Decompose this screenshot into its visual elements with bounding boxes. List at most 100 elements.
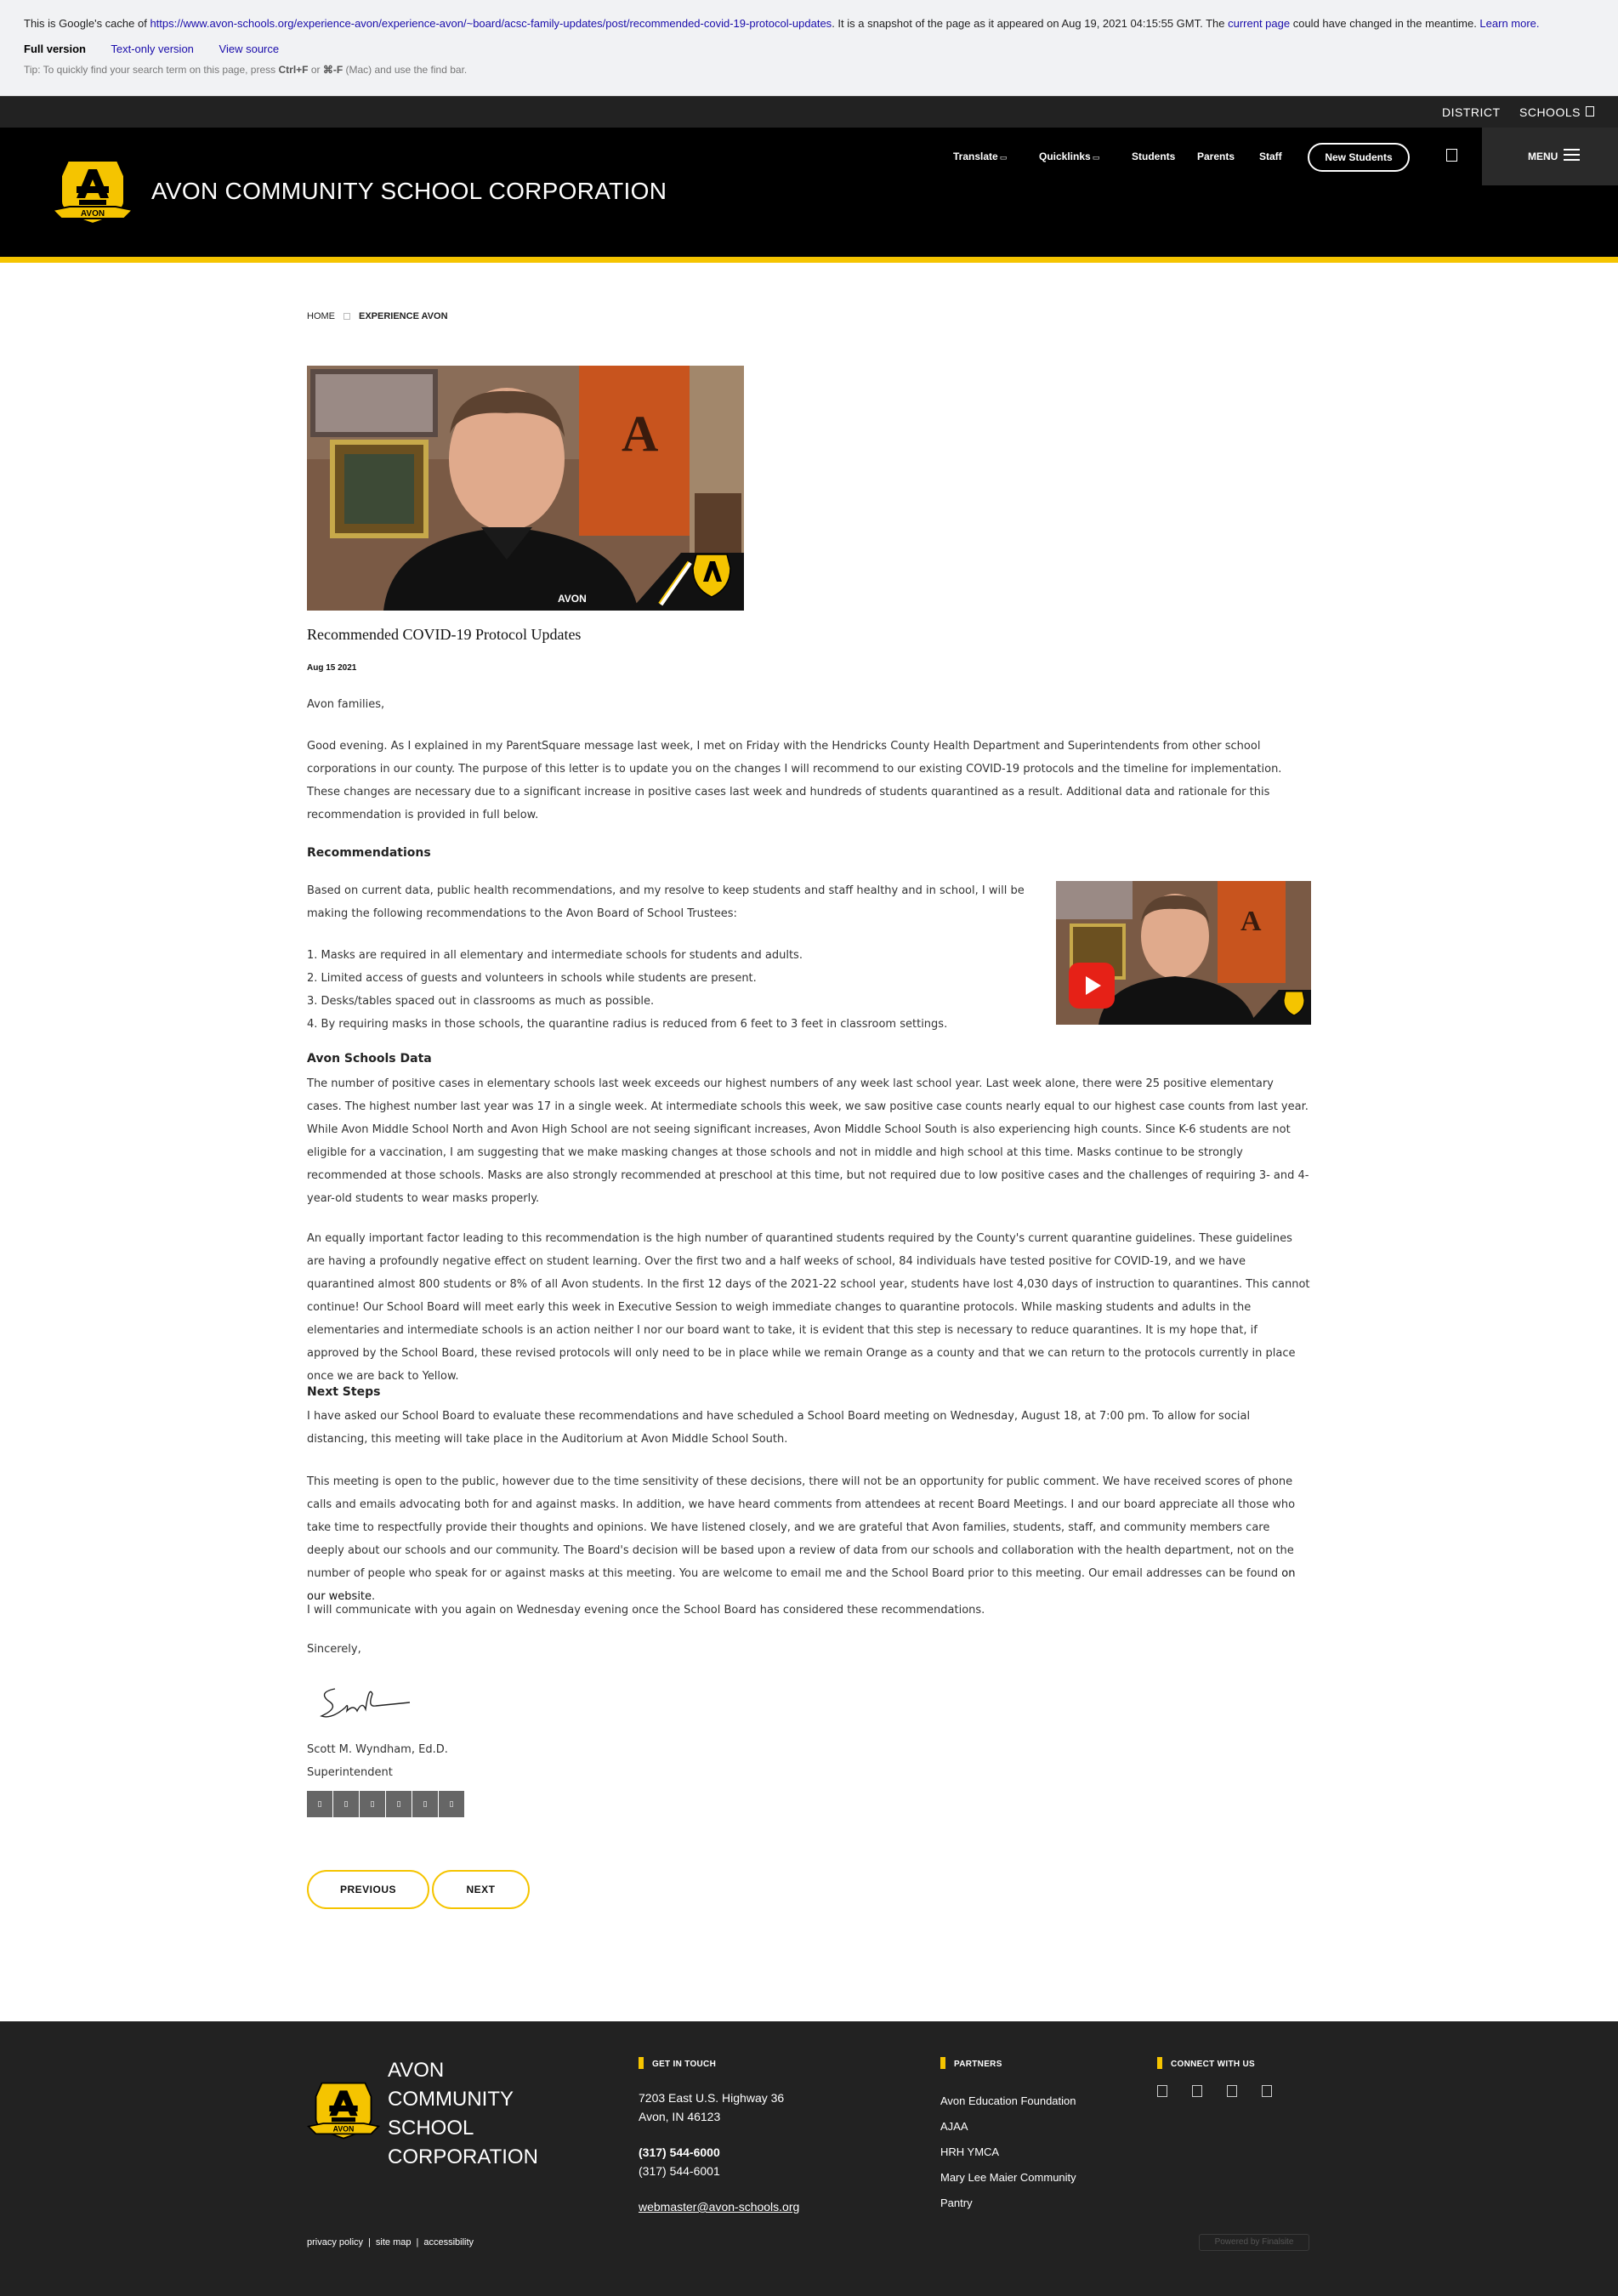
nav-students[interactable]: Students <box>1132 151 1175 162</box>
header-accent-border <box>0 257 1618 263</box>
cache-banner-text: This is Google's cache of https://www.av… <box>24 16 1594 31</box>
post-date: Aug 15 2021 <box>307 663 357 673</box>
footer-org-name: AVON COMMUNITY SCHOOL CORPORATION <box>388 2059 538 2168</box>
play-triangle-icon <box>1086 976 1101 995</box>
menu-label[interactable]: MENU <box>1528 151 1558 162</box>
instagram-icon[interactable] <box>1227 2085 1237 2097</box>
nav-parents[interactable]: Parents <box>1197 151 1235 162</box>
pinterest-share-icon[interactable]: ▯ <box>386 1791 412 1817</box>
list-item: 2. Limited access of guests and voluntee… <box>307 967 1038 990</box>
district-link[interactable]: DISTRICT <box>1442 105 1501 119</box>
hamburger-icon[interactable] <box>1564 149 1580 161</box>
data-paragraph-2: An equally important factor leading to t… <box>307 1232 1310 1383</box>
cache-prefix: This is Google's cache of <box>24 17 150 30</box>
next-button[interactable]: NEXT <box>432 1870 530 1909</box>
partner-link[interactable]: AJAA <box>940 2117 968 2136</box>
data-heading: Avon Schools Data <box>307 1052 432 1066</box>
footer-legal-links: privacy policy | site map | accessibility <box>307 2237 474 2248</box>
list-item: 4. By requiring masks in those schools, … <box>307 1013 1038 1036</box>
breadcrumb-separator-icon <box>343 313 350 320</box>
partner-link[interactable]: Mary Lee Maier Community <box>940 2168 1076 2187</box>
partner-link[interactable]: Avon Education Foundation <box>940 2092 1076 2111</box>
schools-link[interactable]: SCHOOLS <box>1519 105 1581 119</box>
cache-tip: Tip: To quickly find your search term on… <box>24 64 1594 76</box>
utility-nav: DISTRICT SCHOOLS <box>0 96 1618 128</box>
greeting: Avon families, <box>307 698 385 711</box>
print-share-icon[interactable]: ▯ <box>439 1791 464 1817</box>
list-number: 4. <box>307 1018 321 1031</box>
facebook-share-icon[interactable]: ▯ <box>307 1791 332 1817</box>
linkedin-share-icon[interactable]: ▯ <box>360 1791 385 1817</box>
search-icon[interactable] <box>1446 149 1457 162</box>
list-item-text: Desks/tables spaced out in classrooms as… <box>321 995 655 1008</box>
signer-name: Scott M. Wyndham, Ed.D. <box>307 1743 448 1756</box>
get-in-touch-label: GET IN TOUCH <box>652 2060 717 2069</box>
closing-line: I will communicate with you again on Wed… <box>307 1604 985 1617</box>
nav-translate[interactable]: Translate ▭ <box>953 151 1007 162</box>
tip-mac-keys: ⌘-F <box>322 64 343 76</box>
nav-quicklinks[interactable]: Quicklinks ▭ <box>1039 151 1099 162</box>
twitter-icon[interactable] <box>1192 2085 1202 2097</box>
footer-address-2: Avon, IN 46123 <box>639 2110 721 2123</box>
cache-suffix: could have changed in the meantime. <box>1290 17 1480 30</box>
post-hero-image: A AVON <box>307 366 744 611</box>
signer-title: Superintendent <box>307 1766 393 1779</box>
footer-logo-text: AVON <box>333 2125 355 2134</box>
accent-bar <box>1157 2057 1162 2069</box>
breadcrumb: HOME EXPERIENCE AVON <box>307 311 448 321</box>
avon-logo[interactable]: AVON <box>51 157 134 229</box>
sincerely: Sincerely, <box>307 1643 361 1656</box>
powered-by-finalsite[interactable]: Powered by Finalsite <box>1199 2234 1309 2251</box>
list-item-text: Limited access of guests and volunteers … <box>321 972 757 985</box>
twitter-share-icon[interactable]: ▯ <box>333 1791 359 1817</box>
tip-prefix: Tip: To quickly find your search term on… <box>24 64 279 76</box>
cache-banner: This is Google's cache of https://www.av… <box>0 0 1618 96</box>
accessibility-link[interactable]: accessibility <box>423 2237 474 2248</box>
list-item-text: By requiring masks in those schools, the… <box>321 1018 948 1031</box>
footer-address-1: 7203 East U.S. Highway 36 <box>639 2091 785 2105</box>
play-button-icon[interactable] <box>1069 963 1115 1009</box>
new-students-button[interactable]: New Students <box>1308 143 1410 172</box>
intro-paragraph: Good evening. As I explained in my Paren… <box>307 740 1282 821</box>
view-source-link[interactable]: View source <box>219 43 280 55</box>
footer-phone[interactable]: (317) 544-6000 <box>639 2143 720 2162</box>
recommendations-intro: Based on current data, public health rec… <box>307 884 1025 920</box>
list-number: 2. <box>307 972 321 985</box>
tip-suffix: (Mac) and use the find bar. <box>343 64 468 76</box>
list-item-text: Masks are required in all elementary and… <box>321 949 803 962</box>
privacy-policy-link[interactable]: privacy policy <box>307 2237 363 2248</box>
current-page-link[interactable]: current page <box>1228 17 1290 30</box>
cache-url-link[interactable]: https://www.avon-schools.org/experience-… <box>150 17 832 30</box>
chevron-down-icon: ▭ <box>999 153 1008 162</box>
facebook-icon[interactable] <box>1157 2085 1167 2097</box>
nav-quicklinks-label: Quicklinks <box>1039 151 1091 162</box>
site-map-link[interactable]: site map <box>376 2237 412 2248</box>
text-only-link[interactable]: Text-only version <box>111 43 194 55</box>
accent-bar <box>940 2057 945 2069</box>
cache-version-links: Full version Text-only version View sour… <box>24 42 1594 57</box>
next-steps-paragraph-1: I have asked our School Board to evaluat… <box>307 1410 1251 1446</box>
superintendent-photo: A AVON <box>307 366 744 611</box>
accent-bar <box>639 2057 644 2069</box>
email-share-icon[interactable]: ▯ <box>412 1791 438 1817</box>
nav-staff[interactable]: Staff <box>1259 151 1282 162</box>
connect-heading: CONNECT WITH US <box>1157 2057 1255 2069</box>
learn-more-link[interactable]: Learn more. <box>1479 17 1539 30</box>
embedded-video[interactable]: A <box>1056 881 1311 1025</box>
site-title[interactable]: AVON COMMUNITY SCHOOL CORPORATION <box>151 178 667 205</box>
partner-link[interactable]: HRH YMCA <box>940 2143 999 2162</box>
breadcrumb-current[interactable]: EXPERIENCE AVON <box>359 311 448 321</box>
recommendations-list: 1. Masks are required in all elementary … <box>307 944 1038 1036</box>
list-number: 3. <box>307 995 321 1008</box>
previous-button[interactable]: PREVIOUS <box>307 1870 429 1909</box>
partner-link[interactable]: Pantry <box>940 2194 973 2213</box>
breadcrumb-home[interactable]: HOME <box>307 311 335 321</box>
schools-menu-icon[interactable] <box>1586 106 1594 117</box>
footer-logo[interactable]: AVON <box>307 2080 380 2143</box>
post-title: Recommended COVID-19 Protocol Updates <box>307 626 582 643</box>
cache-middle: . It is a snapshot of the page as it app… <box>832 17 1229 30</box>
chevron-down-icon: ▭ <box>1092 153 1100 162</box>
footer-email-link[interactable]: webmaster@avon-schools.org <box>639 2197 799 2216</box>
separator: | <box>368 2237 371 2248</box>
youtube-icon[interactable] <box>1262 2085 1272 2097</box>
